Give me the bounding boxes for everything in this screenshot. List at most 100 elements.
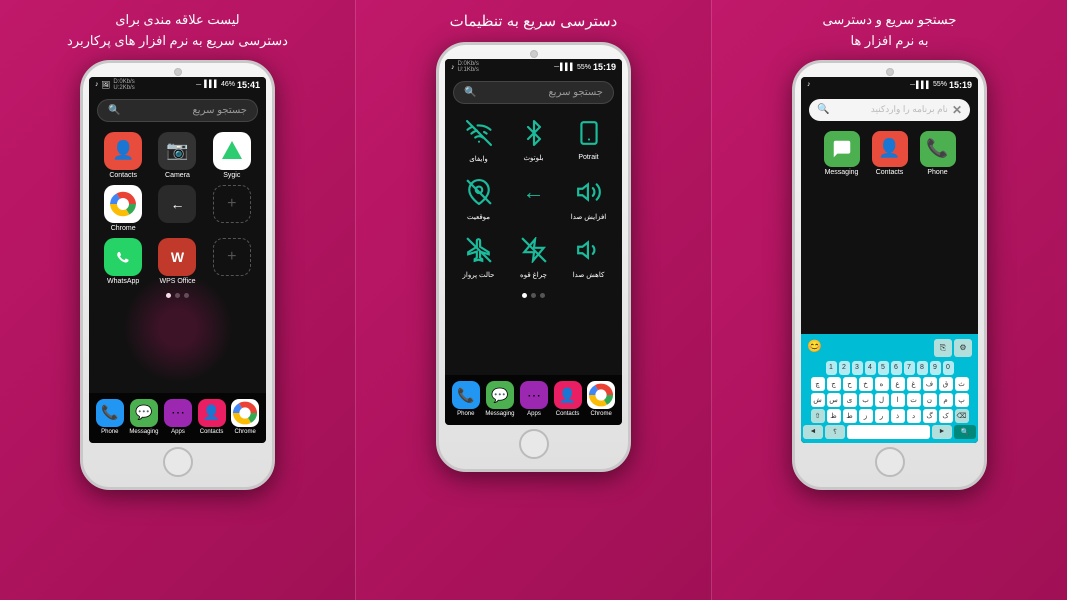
key-ain[interactable]: ع — [891, 377, 905, 391]
portrait-label: Potrait — [578, 154, 598, 161]
key-f[interactable]: ف — [923, 377, 937, 391]
dock-apps-icon: ⋯ — [164, 399, 192, 427]
key-search[interactable]: 🔍 — [954, 425, 976, 439]
key-4[interactable]: 4 — [865, 361, 876, 375]
speed-up-2: U:1Kb/s — [458, 67, 479, 73]
chrome-icon — [104, 185, 142, 223]
dock2-phone[interactable]: 📞 Phone — [452, 381, 480, 417]
sygic-label: Sygic — [223, 172, 240, 179]
settings-icon[interactable]: ⚙ — [954, 339, 972, 357]
app-camera[interactable]: 📷 Camera — [153, 132, 201, 179]
key-th[interactable]: ث — [955, 377, 969, 391]
key-8[interactable]: 8 — [917, 361, 928, 375]
search-results: Messaging 👤 Contacts 📞 Phone — [801, 127, 978, 180]
dock2-contacts[interactable]: 👤 Contacts — [554, 381, 582, 417]
time-2: 15:19 — [593, 62, 616, 72]
home-button-1[interactable] — [163, 447, 193, 477]
setting-flashlight[interactable]: چراغ قوه — [508, 231, 559, 285]
dock-messaging[interactable]: 💬 Messaging — [129, 399, 158, 435]
key-zal[interactable]: ذ — [891, 409, 905, 423]
panel3-title: جستجو سریع و دسترسیبه نرم افزار ها — [815, 10, 965, 52]
search-icon-3: 🔍 — [817, 104, 829, 115]
key-shift[interactable]: ⇧ — [811, 409, 825, 423]
key-a[interactable]: ا — [891, 393, 905, 407]
key-n[interactable]: ن — [923, 393, 937, 407]
dock-chrome[interactable]: Chrome — [231, 399, 259, 435]
app-back[interactable]: ← — [153, 185, 201, 232]
setting-vol-up[interactable]: افزایش صدا — [563, 173, 614, 227]
key-1[interactable]: 1 — [826, 361, 837, 375]
key-arrow-left[interactable]: ◄ — [803, 425, 823, 439]
flashlight-icon — [521, 237, 547, 268]
setting-back[interactable]: ← — [508, 173, 559, 227]
search-bar-2[interactable]: 🔍 جستجو سریع — [453, 81, 614, 104]
search-input-3[interactable]: نام برنامه را واردکنید — [833, 104, 947, 115]
home-button-2[interactable] — [519, 429, 549, 459]
setting-vol-down[interactable]: کاهش صدا — [563, 231, 614, 285]
key-l[interactable]: ل — [875, 393, 889, 407]
wifi-icon — [466, 120, 492, 152]
key-k[interactable]: ک — [939, 409, 953, 423]
key-sym[interactable]: ؟ — [825, 425, 845, 439]
key-heh[interactable]: ه — [875, 377, 889, 391]
key-6[interactable]: 6 — [891, 361, 902, 375]
key-sh[interactable]: ش — [811, 393, 825, 407]
setting-bluetooth[interactable]: بلوتوث — [508, 114, 559, 169]
dock2-messaging[interactable]: 💬 Messaging — [485, 381, 514, 417]
key-m[interactable]: م — [939, 393, 953, 407]
dock-apps[interactable]: ⋯ Apps — [164, 399, 192, 435]
key-ch[interactable]: چ — [811, 377, 825, 391]
app-chrome[interactable]: Chrome — [99, 185, 147, 232]
key-p[interactable]: پ — [955, 393, 969, 407]
key-zha[interactable]: ظ — [827, 409, 841, 423]
key-y[interactable]: ی — [843, 393, 857, 407]
dock-phone[interactable]: 📞 Phone — [96, 399, 124, 435]
key-d[interactable]: د — [907, 409, 921, 423]
result-phone[interactable]: 📞 Phone — [920, 131, 956, 176]
key-7[interactable]: 7 — [904, 361, 915, 375]
dock2-chrome[interactable]: Chrome — [587, 381, 615, 417]
clear-icon[interactable]: ✕ — [952, 103, 962, 117]
result-messaging[interactable]: Messaging — [824, 131, 860, 176]
status-left-3: ♪ — [807, 81, 811, 88]
key-3[interactable]: 3 — [852, 361, 863, 375]
setting-location[interactable]: موقعیت — [453, 173, 504, 227]
app-sygic[interactable]: Sygic — [208, 132, 256, 179]
home-button-3[interactable] — [875, 447, 905, 477]
key-s[interactable]: س — [827, 393, 841, 407]
key-5[interactable]: 5 — [878, 361, 889, 375]
key-r[interactable]: ر — [875, 409, 889, 423]
setting-wifi[interactable]: وایفای — [453, 114, 504, 169]
key-j[interactable]: ج — [827, 377, 841, 391]
key-q[interactable]: ق — [939, 377, 953, 391]
copy-icon[interactable]: ⎘ — [934, 339, 952, 357]
screen-bg: 🔍 جستجو سریع 👤 Contacts 📷 Camera — [89, 93, 266, 393]
dock-contacts[interactable]: 👤 Contacts — [198, 399, 226, 435]
app-add-1[interactable]: + — [208, 185, 256, 232]
search-bar-1[interactable]: 🔍 جستجو سریع — [97, 99, 258, 122]
key-g[interactable]: گ — [923, 409, 937, 423]
key-space[interactable] — [847, 425, 930, 439]
key-h[interactable]: ح — [843, 377, 857, 391]
key-ta[interactable]: ط — [843, 409, 857, 423]
dock2-apps[interactable]: ⋯ Apps — [520, 381, 548, 417]
result-contacts[interactable]: 👤 Contacts — [872, 131, 908, 176]
key-0[interactable]: 0 — [943, 361, 954, 375]
key-kh[interactable]: خ — [859, 377, 873, 391]
key-9[interactable]: 9 — [930, 361, 941, 375]
key-arrow-right[interactable]: ► — [932, 425, 952, 439]
key-t[interactable]: ت — [907, 393, 921, 407]
emoji-icon[interactable]: 😊 — [807, 339, 822, 357]
dot-2-2 — [531, 293, 536, 298]
key-2[interactable]: 2 — [839, 361, 850, 375]
setting-flight[interactable]: حالت پرواز — [453, 231, 504, 285]
app-contacts[interactable]: 👤 Contacts — [99, 132, 147, 179]
phone-frame-2: ♪ D:0Kb/s U:1Kb/s －▌▌▌ 55% 15:19 🔍 جستجو… — [436, 42, 631, 472]
result-messaging-icon — [824, 131, 860, 167]
search-bar-3[interactable]: 🔍 نام برنامه را واردکنید ✕ — [809, 99, 970, 121]
key-backspace[interactable]: ⌫ — [955, 409, 969, 423]
key-b[interactable]: ب — [859, 393, 873, 407]
key-ghain[interactable]: غ — [907, 377, 921, 391]
key-z[interactable]: ز — [859, 409, 873, 423]
setting-portrait[interactable]: Potrait — [563, 114, 614, 169]
